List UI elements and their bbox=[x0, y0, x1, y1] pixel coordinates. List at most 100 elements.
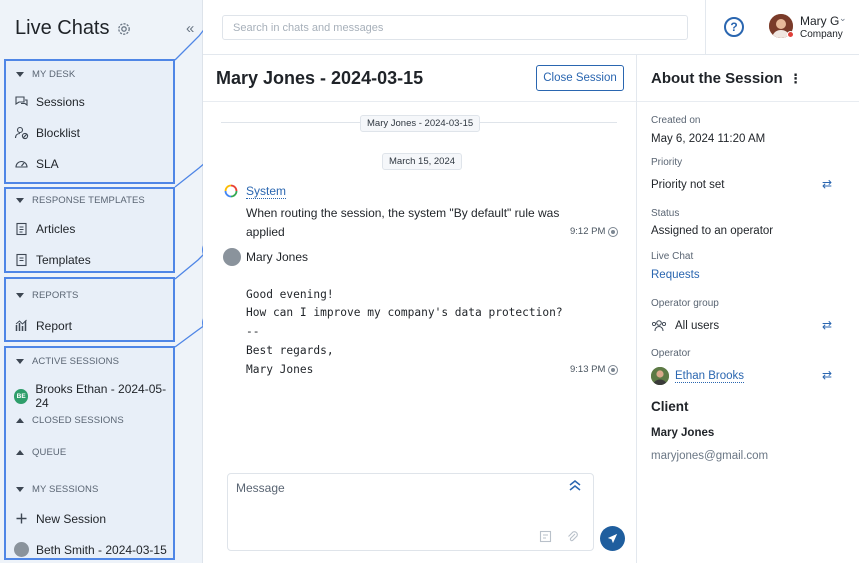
sidebar-item-templates[interactable]: Templates bbox=[14, 252, 91, 267]
paperclip-icon[interactable] bbox=[566, 530, 579, 543]
session-pill: Mary Jones - 2024-03-15 bbox=[360, 115, 481, 132]
section-label: QUEUE bbox=[32, 447, 67, 458]
sidebar-item-label: Blocklist bbox=[36, 125, 81, 140]
caret-down-icon bbox=[16, 198, 24, 203]
priority-value: Priority not set bbox=[651, 179, 725, 191]
caret-down-icon bbox=[16, 293, 24, 298]
message-time: 9:12 PM bbox=[570, 226, 619, 237]
time-text: 9:13 PM bbox=[570, 364, 606, 375]
my-desk-group: MY DESK Sessions Blocklist SLA bbox=[4, 59, 175, 184]
caret-down-icon bbox=[16, 359, 24, 364]
caret-up-icon bbox=[16, 418, 24, 423]
priority-label: Priority bbox=[651, 157, 683, 168]
system-sender-link[interactable]: System bbox=[246, 184, 287, 199]
change-group-icon[interactable]: ⇄ bbox=[822, 318, 832, 332]
expand-composer-icon[interactable] bbox=[568, 478, 582, 492]
client-sender-name: Mary Jones bbox=[246, 250, 309, 264]
section-reports[interactable]: REPORTS bbox=[16, 290, 78, 301]
divider bbox=[203, 101, 636, 102]
sidebar-item-sessions[interactable]: Sessions bbox=[14, 94, 85, 109]
top-bar: ? Mary G ⌄ Company bbox=[203, 0, 859, 55]
caret-up-icon bbox=[16, 450, 24, 455]
chevron-down-icon[interactable]: ⌄ bbox=[839, 13, 847, 24]
operator-label: Operator bbox=[651, 348, 691, 359]
section-my-sessions[interactable]: MY SESSIONS bbox=[16, 484, 98, 495]
system-message-line: When routing the session, the system "By… bbox=[246, 206, 560, 220]
change-priority-icon[interactable]: ⇄ bbox=[822, 177, 832, 191]
message-line: How can I improve my company's data prot… bbox=[246, 306, 563, 319]
bar-chart-icon bbox=[15, 319, 27, 331]
session-label: Beth Smith - 2024-03-15 bbox=[36, 542, 167, 557]
section-queue[interactable]: QUEUE bbox=[16, 447, 66, 458]
section-label: MY SESSIONS bbox=[32, 484, 99, 495]
created-label: Created on bbox=[651, 115, 701, 126]
gauge-icon bbox=[15, 161, 28, 168]
section-label: CLOSED SESSIONS bbox=[32, 415, 124, 426]
active-session-item[interactable]: BE Brooks Ethan - 2024-05-24 bbox=[14, 382, 173, 410]
read-status-icon bbox=[608, 226, 619, 237]
user-block-icon bbox=[14, 126, 29, 140]
user-name[interactable]: Mary G bbox=[800, 14, 839, 28]
change-operator-icon[interactable]: ⇄ bbox=[822, 368, 832, 382]
chat-bubbles-icon bbox=[15, 96, 28, 107]
section-label: RESPONSE TEMPLATES bbox=[32, 195, 145, 206]
sidebar: Live Chats « MY DESK Sessions Blocklist … bbox=[0, 0, 203, 563]
message-time: 9:13 PM bbox=[570, 364, 619, 375]
divider bbox=[637, 101, 859, 102]
message-input[interactable] bbox=[228, 474, 558, 524]
section-closed-sessions[interactable]: CLOSED SESSIONS bbox=[16, 415, 124, 426]
sessions-group: ACTIVE SESSIONS BE Brooks Ethan - 2024-0… bbox=[4, 346, 175, 560]
status-label: Status bbox=[651, 208, 680, 219]
message-line: Good evening! bbox=[246, 288, 334, 301]
live-chat-link[interactable]: Requests bbox=[651, 269, 700, 281]
clipboard-icon bbox=[16, 222, 27, 236]
my-session-item[interactable]: Beth Smith - 2024-03-15 bbox=[14, 542, 167, 557]
date-pill: March 15, 2024 bbox=[382, 153, 463, 170]
response-templates-group: RESPONSE TEMPLATES Articles Templates bbox=[4, 187, 175, 273]
client-name: Mary Jones bbox=[651, 427, 715, 439]
plus-icon bbox=[16, 513, 27, 524]
about-title: About the Session bbox=[651, 70, 783, 87]
sidebar-item-label: Templates bbox=[36, 252, 91, 267]
sidebar-item-report[interactable]: Report bbox=[14, 318, 72, 333]
client-heading: Client bbox=[651, 399, 689, 414]
caret-down-icon bbox=[16, 72, 24, 77]
about-panel: About the Session ⋮ Created on May 6, 20… bbox=[636, 55, 859, 563]
read-status-icon bbox=[608, 364, 619, 375]
new-session-button[interactable]: New Session bbox=[14, 511, 106, 526]
more-options-icon[interactable]: ⋮ bbox=[789, 71, 802, 87]
avatar bbox=[223, 248, 241, 266]
sidebar-item-articles[interactable]: Articles bbox=[14, 221, 75, 236]
sidebar-item-sla[interactable]: SLA bbox=[14, 156, 59, 171]
operator-group-value: All users bbox=[675, 320, 720, 332]
reports-group: REPORTS Report bbox=[4, 277, 175, 342]
section-active-sessions[interactable]: ACTIVE SESSIONS bbox=[16, 356, 119, 367]
sidebar-item-label: SLA bbox=[36, 156, 59, 171]
sidebar-item-label: Report bbox=[36, 318, 73, 333]
sidebar-item-blocklist[interactable]: Blocklist bbox=[14, 125, 80, 140]
gear-icon[interactable] bbox=[116, 21, 132, 37]
search-input[interactable] bbox=[222, 15, 688, 40]
sidebar-item-label: Sessions bbox=[36, 94, 85, 109]
client-email: maryjones@gmail.com bbox=[651, 450, 769, 462]
avatar: BE bbox=[14, 388, 29, 404]
sidebar-item-label: Articles bbox=[36, 221, 76, 236]
close-session-button[interactable]: Close Session bbox=[536, 65, 624, 91]
app-title-text: Live Chats bbox=[15, 17, 110, 39]
time-text: 9:12 PM bbox=[570, 226, 606, 237]
help-icon[interactable]: ? bbox=[724, 17, 744, 37]
divider bbox=[705, 0, 706, 55]
template-insert-icon[interactable] bbox=[539, 530, 552, 543]
section-my-desk[interactable]: MY DESK bbox=[16, 69, 75, 80]
live-chat-label: Live Chat bbox=[651, 251, 694, 262]
operator-link[interactable]: Ethan Brooks bbox=[675, 370, 745, 383]
collapse-sidebar-icon[interactable]: « bbox=[186, 20, 195, 37]
message-line: Best regards, bbox=[246, 344, 334, 357]
session-label: Brooks Ethan - 2024-05-24 bbox=[35, 382, 167, 410]
send-button[interactable] bbox=[600, 526, 625, 551]
app-title: Live Chats bbox=[15, 17, 132, 40]
chat-panel: Mary Jones - 2024-03-15 Close Session Ma… bbox=[203, 55, 636, 563]
section-label: REPORTS bbox=[32, 290, 79, 301]
caret-down-icon bbox=[16, 487, 24, 492]
section-response-templates[interactable]: RESPONSE TEMPLATES bbox=[16, 195, 145, 206]
